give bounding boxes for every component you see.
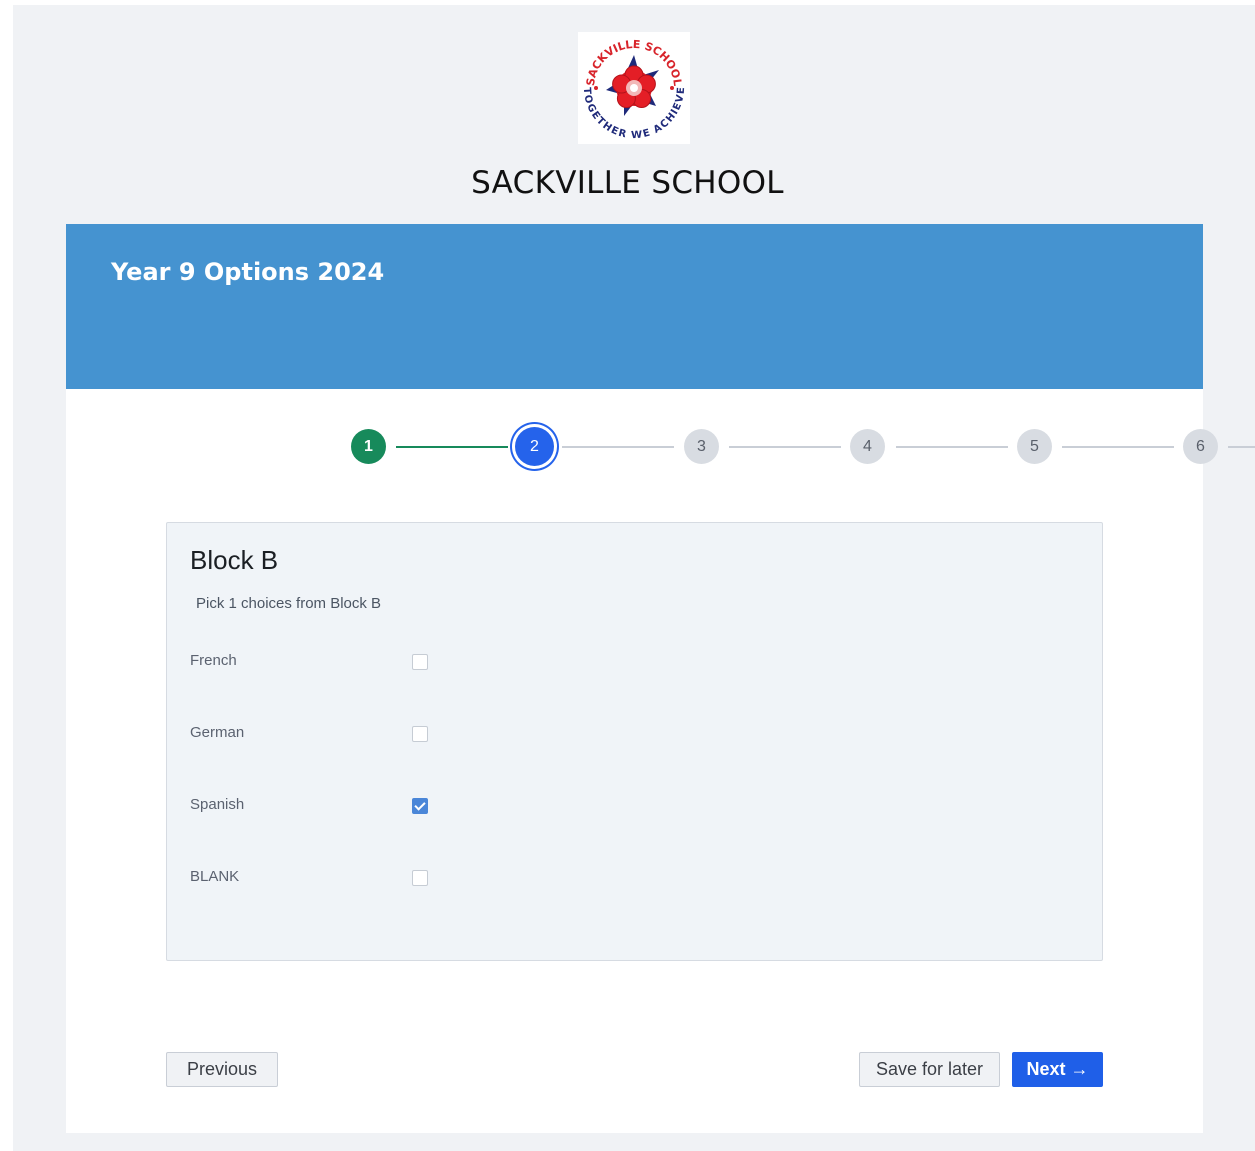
form-header: Year 9 Options 2024	[66, 224, 1203, 389]
block-instructions: Pick 1 choices from Block B	[196, 595, 382, 612]
form-title: Year 9 Options 2024	[111, 258, 385, 286]
school-name: SACKVILLE SCHOOL	[471, 165, 784, 201]
option-label: German	[190, 724, 245, 741]
step-3[interactable]: 3	[684, 429, 719, 464]
option-label: BLANK	[190, 868, 240, 885]
option-checkbox-blank[interactable]	[412, 870, 428, 886]
option-row-german: German	[167, 720, 1102, 750]
step-4[interactable]: 4	[850, 429, 885, 464]
option-checkbox-spanish[interactable]	[412, 798, 428, 814]
step-5[interactable]: 5	[1017, 429, 1052, 464]
step-2-current[interactable]: 2	[515, 427, 554, 466]
school-logo: SACKVILLE SCHOOL TOGETHER WE ACHIEVE	[578, 32, 690, 144]
option-checkbox-french[interactable]	[412, 654, 428, 670]
step-6[interactable]: 6	[1183, 429, 1218, 464]
previous-button[interactable]: Previous	[166, 1052, 278, 1087]
block-title: Block B	[190, 545, 279, 575]
option-label: French	[190, 652, 237, 669]
next-button[interactable]: Next →	[1012, 1052, 1103, 1087]
option-checkbox-german[interactable]	[412, 726, 428, 742]
step-1[interactable]: 1	[351, 429, 386, 464]
save-for-later-button[interactable]: Save for later	[859, 1052, 1000, 1087]
option-row-french: French	[167, 648, 1102, 678]
option-label: Spanish	[190, 796, 245, 813]
option-row-spanish: Spanish	[167, 792, 1102, 822]
option-row-blank: BLANK	[167, 864, 1102, 894]
block-b-panel: Block B Pick 1 choices from Block B Fren…	[166, 522, 1103, 961]
